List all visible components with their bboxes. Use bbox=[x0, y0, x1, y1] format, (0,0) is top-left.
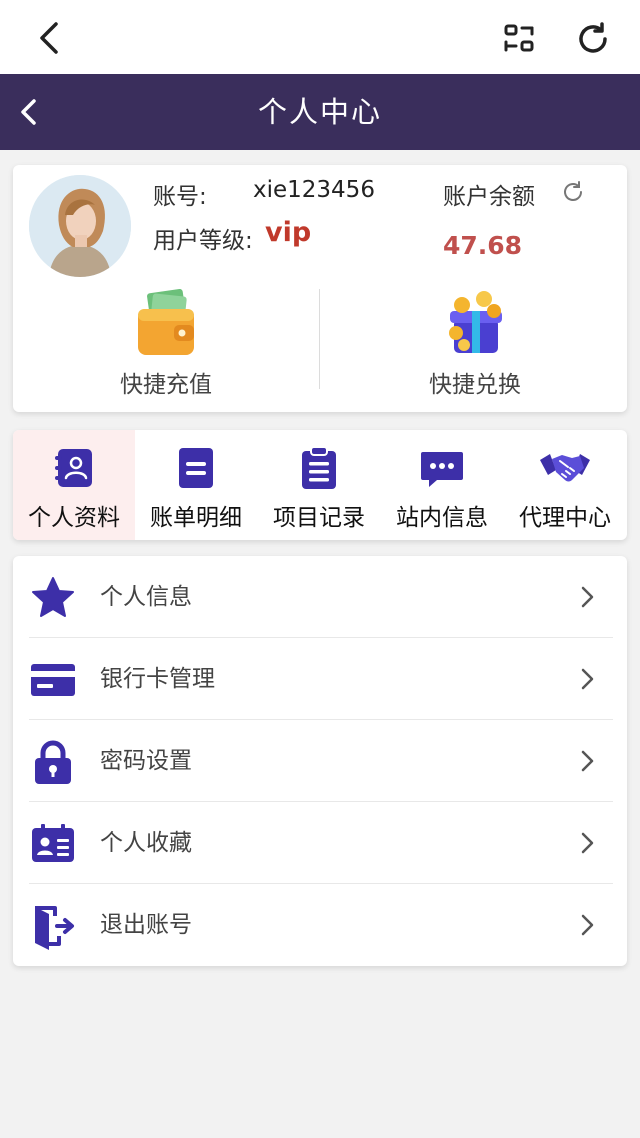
menu-item-personal-info[interactable]: 个人信息 bbox=[13, 556, 627, 638]
logout-icon bbox=[35, 906, 74, 950]
menu-item-favorites[interactable]: 个人收藏 bbox=[13, 802, 627, 884]
tab-bills[interactable]: 账单明细 bbox=[135, 430, 257, 540]
quick-recharge-button[interactable]: 快捷充值 bbox=[66, 289, 266, 399]
handshake-icon bbox=[540, 454, 590, 482]
quick-divider bbox=[319, 289, 320, 389]
tab-agent-label: 代理中心 bbox=[519, 505, 611, 531]
bill-icon bbox=[179, 448, 213, 488]
menu-item-label: 个人信息 bbox=[100, 584, 192, 610]
chevron-right-icon bbox=[581, 914, 594, 936]
star-icon bbox=[32, 577, 74, 617]
id-card-icon bbox=[32, 824, 74, 862]
balance-label: 账户余额 bbox=[443, 184, 535, 210]
refresh-icon[interactable] bbox=[574, 20, 612, 58]
menu-item-label: 密码设置 bbox=[100, 748, 192, 774]
tab-profile-label: 个人资料 bbox=[28, 505, 120, 531]
tab-messages-label: 站内信息 bbox=[396, 505, 488, 531]
page-title: 个人中心 bbox=[257, 95, 382, 129]
top-bar bbox=[0, 0, 640, 74]
level-label: 用户等级: bbox=[153, 228, 253, 254]
profile-book-icon bbox=[55, 449, 92, 487]
menu-item-bank-card[interactable]: 银行卡管理 bbox=[13, 638, 627, 720]
chevron-right-icon bbox=[581, 668, 594, 690]
tab-profile[interactable]: 个人资料 bbox=[13, 430, 135, 540]
menu-item-password[interactable]: 密码设置 bbox=[13, 720, 627, 802]
tab-bills-label: 账单明细 bbox=[150, 505, 242, 531]
menu-item-label: 个人收藏 bbox=[100, 830, 192, 856]
back-icon[interactable] bbox=[30, 18, 70, 58]
tab-messages[interactable]: 站内信息 bbox=[381, 430, 503, 540]
menu-item-label: 银行卡管理 bbox=[100, 666, 215, 692]
gift-box-icon bbox=[449, 291, 502, 353]
chevron-right-icon bbox=[581, 832, 594, 854]
chevron-right-icon bbox=[581, 750, 594, 772]
level-value: vip bbox=[265, 217, 312, 248]
account-value: xie123456 bbox=[253, 177, 375, 203]
tab-records-label: 项目记录 bbox=[273, 505, 365, 531]
balance-value: 47.68 bbox=[443, 231, 523, 260]
wallet-icon bbox=[138, 289, 194, 355]
message-icon bbox=[421, 452, 463, 487]
profile-card: 账号: xie123456 用户等级: vip 账户余额 47.68 快捷充值 bbox=[13, 165, 627, 412]
page-header: 个人中心 bbox=[0, 74, 640, 150]
tab-records[interactable]: 项目记录 bbox=[258, 430, 380, 540]
menu-item-label: 退出账号 bbox=[100, 912, 192, 938]
scan-icon[interactable] bbox=[500, 20, 538, 58]
chevron-right-icon bbox=[581, 586, 594, 608]
menu-item-logout[interactable]: 退出账号 bbox=[13, 884, 627, 966]
clipboard-icon bbox=[302, 446, 336, 489]
quick-exchange-label: 快捷兑换 bbox=[429, 372, 521, 398]
settings-menu: 个人信息 银行卡管理 密码设置 个人收藏 退出账号 bbox=[13, 556, 627, 966]
account-label: 账号: bbox=[153, 184, 207, 210]
avatar[interactable] bbox=[29, 175, 131, 277]
bank-card-icon bbox=[31, 664, 75, 696]
tab-agent[interactable]: 代理中心 bbox=[504, 430, 626, 540]
lock-icon bbox=[35, 740, 71, 784]
quick-recharge-label: 快捷充值 bbox=[120, 372, 212, 398]
feature-tabs: 个人资料 账单明细 项目记录 站内信息 代理中心 bbox=[13, 430, 627, 540]
balance-refresh-icon[interactable] bbox=[560, 179, 586, 205]
quick-exchange-button[interactable]: 快捷兑换 bbox=[375, 289, 575, 399]
